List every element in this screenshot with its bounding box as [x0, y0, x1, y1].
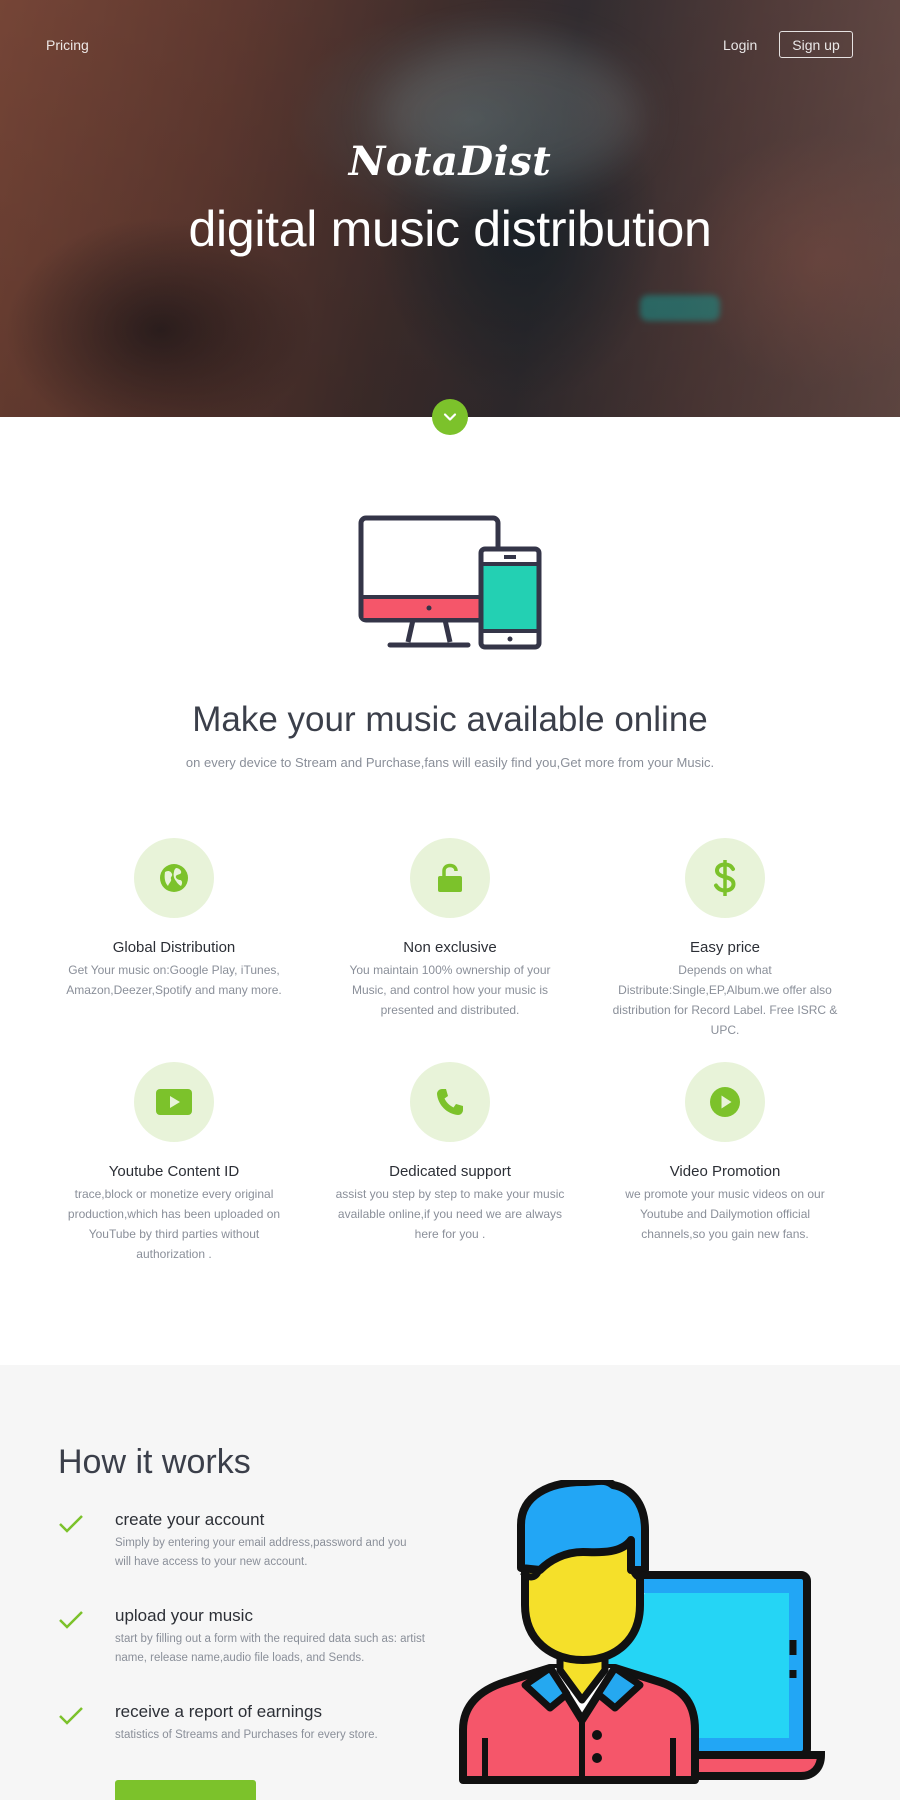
feature-title: Non exclusive [403, 939, 497, 956]
scroll-down-button[interactable] [432, 399, 468, 435]
how-it-works-section: How it works create your account Simply … [0, 1365, 900, 1800]
check-icon [59, 1611, 83, 1629]
feature-text: Depends on what Distribute:Single,EP,Alb… [612, 963, 838, 1037]
feature-non-exclusive: Non exclusive You maintain 100% ownershi… [332, 838, 568, 1020]
feature-icon-circle [410, 838, 490, 918]
feature-icon-circle [685, 1062, 765, 1142]
nav-pricing-link[interactable]: Pricing [46, 37, 89, 53]
chevron-down-icon [443, 413, 457, 421]
feature-text: Get Your music on:Google Play, iTunes, A… [66, 963, 282, 997]
hero-banner: Pricing Login Sign up NotaDist digital m… [0, 0, 900, 417]
youtube-icon [156, 1089, 192, 1115]
unlock-icon [438, 863, 462, 892]
cta-button[interactable] [115, 1780, 256, 1800]
globe-icon [160, 864, 188, 892]
phone-icon [437, 1089, 463, 1115]
feature-video-promotion: Video Promotion we promote your music vi… [607, 1062, 843, 1244]
nav-signup-button[interactable]: Sign up [779, 31, 853, 58]
feature-icon-circle [134, 1062, 214, 1142]
intro-subtitle: on every device to Stream and Purchase,f… [185, 755, 715, 770]
brand-logo[interactable]: NotaDist [0, 138, 900, 185]
step-title: receive a report of earnings [115, 1702, 322, 1721]
feature-dedicated-support: Dedicated support assist you step by ste… [332, 1062, 568, 1244]
nav-login-link[interactable]: Login [723, 37, 757, 53]
feature-easy-price: Easy price Depends on what Distribute:Si… [607, 838, 843, 1040]
step-item: receive a report of earnings statistics … [58, 1702, 438, 1745]
feature-text: assist you step by step to make your mus… [335, 1187, 565, 1241]
feature-title: Youtube Content ID [108, 1163, 240, 1180]
intro-title: Make your music available online [192, 700, 708, 739]
person-laptop-icon [459, 1480, 826, 1784]
feature-icon-circle [685, 838, 765, 918]
dollar-icon [714, 860, 736, 896]
devices-icon [358, 515, 542, 650]
hero-title: digital music distribution [188, 201, 712, 257]
feature-global-distribution: Global Distribution Get Your music on:Go… [56, 838, 292, 1000]
feature-text: we promote your music videos on our Yout… [625, 1187, 825, 1241]
feature-title: Easy price [689, 939, 761, 956]
how-title: How it works [58, 1443, 251, 1481]
feature-title: Global Distribution [112, 939, 236, 956]
step-text: Simply by entering your email address,pa… [115, 1537, 407, 1568]
feature-text: You maintain 100% ownership of your Musi… [349, 963, 551, 1017]
feature-title: Video Promotion [669, 1163, 781, 1180]
step-item: create your account Simply by entering y… [58, 1510, 438, 1572]
step-text: start by filling out a form with the req… [115, 1633, 426, 1664]
feature-icon-circle [410, 1062, 490, 1142]
play-icon [710, 1087, 740, 1117]
check-icon [59, 1515, 83, 1533]
feature-youtube-content-id: Youtube Content ID trace,block or moneti… [56, 1062, 292, 1264]
feature-icon-circle [134, 838, 214, 918]
feature-title: Dedicated support [389, 1163, 511, 1180]
step-item: upload your music start by filling out a… [58, 1606, 438, 1668]
feature-text: trace,block or monetize every original p… [67, 1187, 281, 1261]
check-icon [59, 1707, 83, 1725]
step-title: create your account [115, 1510, 265, 1529]
step-text: statistics of Streams and Purchases for … [115, 1729, 378, 1741]
step-title: upload your music [115, 1606, 253, 1625]
